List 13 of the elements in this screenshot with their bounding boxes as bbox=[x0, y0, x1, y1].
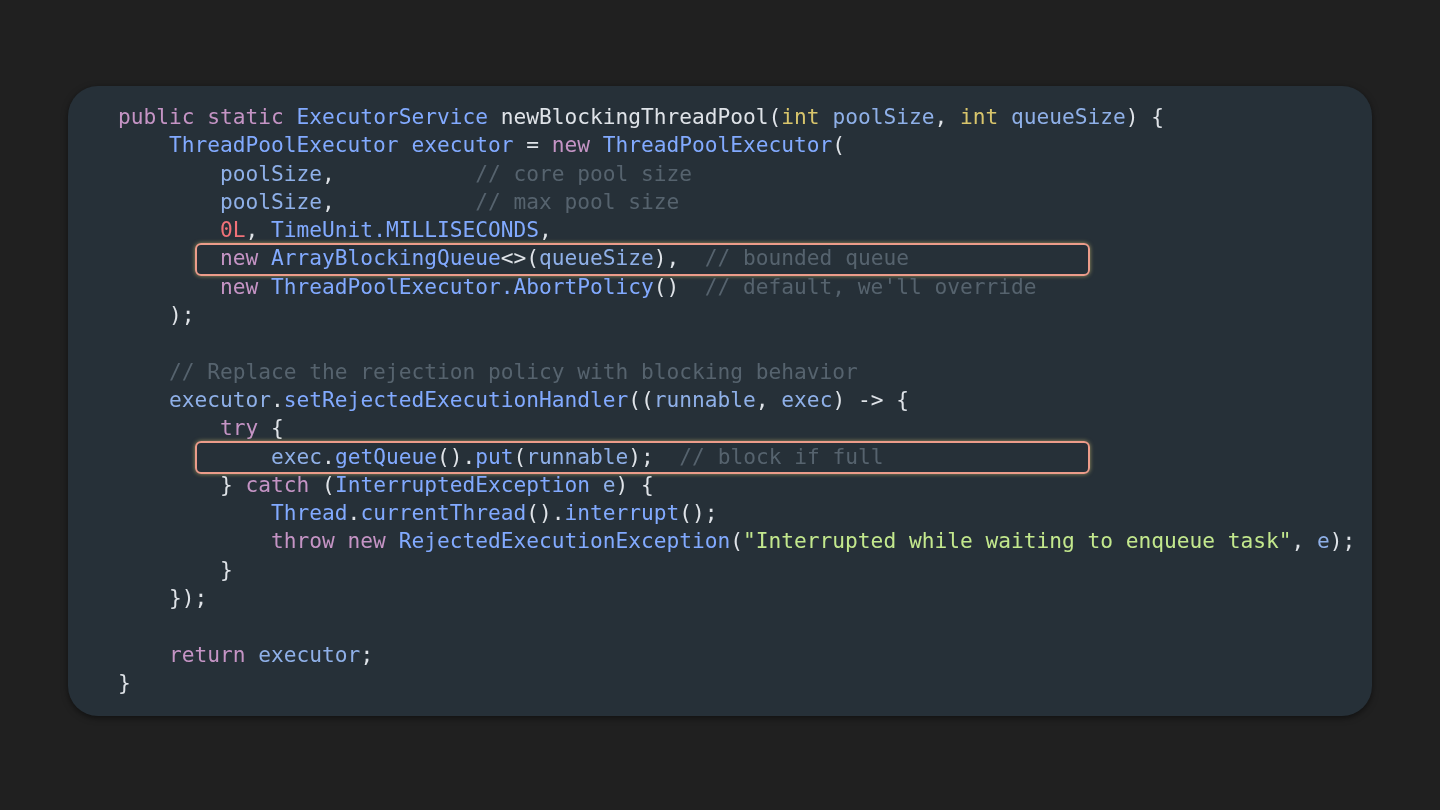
code-line: throw new RejectedExecutionException("Interrupted while waiting to enqueue task", e); bbox=[270, 527, 1356, 556]
code-line: } catch (InterruptedException e) { bbox=[219, 470, 654, 499]
code-line: Thread.currentThread().interrupt(); bbox=[270, 499, 718, 528]
code-line: } bbox=[219, 555, 233, 584]
code-line: return executor; bbox=[168, 640, 374, 669]
code-line: executor.setRejectedExecutionHandler((runnable, exec) -> { bbox=[168, 385, 909, 414]
code-line: ); bbox=[168, 301, 195, 330]
code-line: 0L, TimeUnit.MILLISECONDS, bbox=[219, 216, 552, 245]
code-line: ThreadPoolExecutor executor = new ThreadPoolExecutor( bbox=[168, 131, 846, 160]
code-line: public static ExecutorService newBlockingThreadPool(int poolSize, int queueSize) { bbox=[118, 103, 1165, 131]
code-line: } bbox=[118, 668, 131, 697]
code-line: try { bbox=[219, 414, 284, 443]
code-line: }); bbox=[168, 584, 208, 613]
